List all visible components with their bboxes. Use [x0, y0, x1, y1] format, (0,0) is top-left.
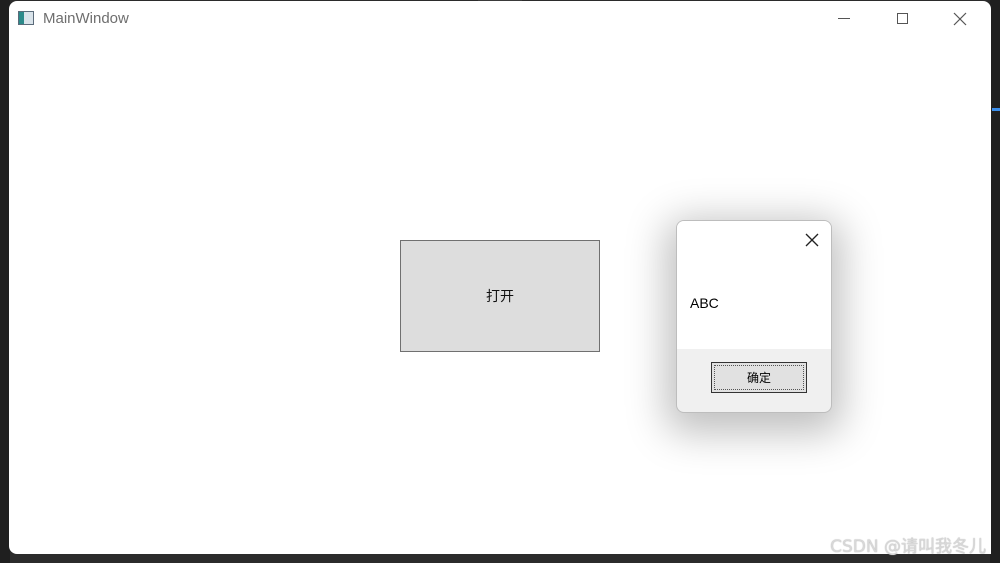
background-ide-right [990, 0, 1000, 563]
close-button[interactable] [931, 1, 989, 37]
window-title: MainWindow [43, 10, 129, 27]
watermark: CSDN @请叫我冬儿 [830, 537, 986, 557]
window-app-icon [18, 11, 34, 25]
close-icon [953, 12, 967, 26]
minimize-button[interactable] [815, 1, 873, 37]
open-button[interactable]: 打开 [400, 240, 600, 352]
dialog-close-icon [805, 233, 819, 247]
dialog-close-button[interactable] [677, 221, 831, 257]
dialog-message-text: ABC [690, 295, 719, 311]
background-ide-accent [992, 108, 1000, 111]
message-box-dialog: ABC 确定 [676, 220, 832, 413]
main-window: MainWindow 打开 [9, 1, 991, 554]
maximize-button[interactable] [873, 1, 931, 37]
title-bar[interactable]: MainWindow [9, 1, 991, 37]
ok-button[interactable]: 确定 [711, 362, 807, 393]
